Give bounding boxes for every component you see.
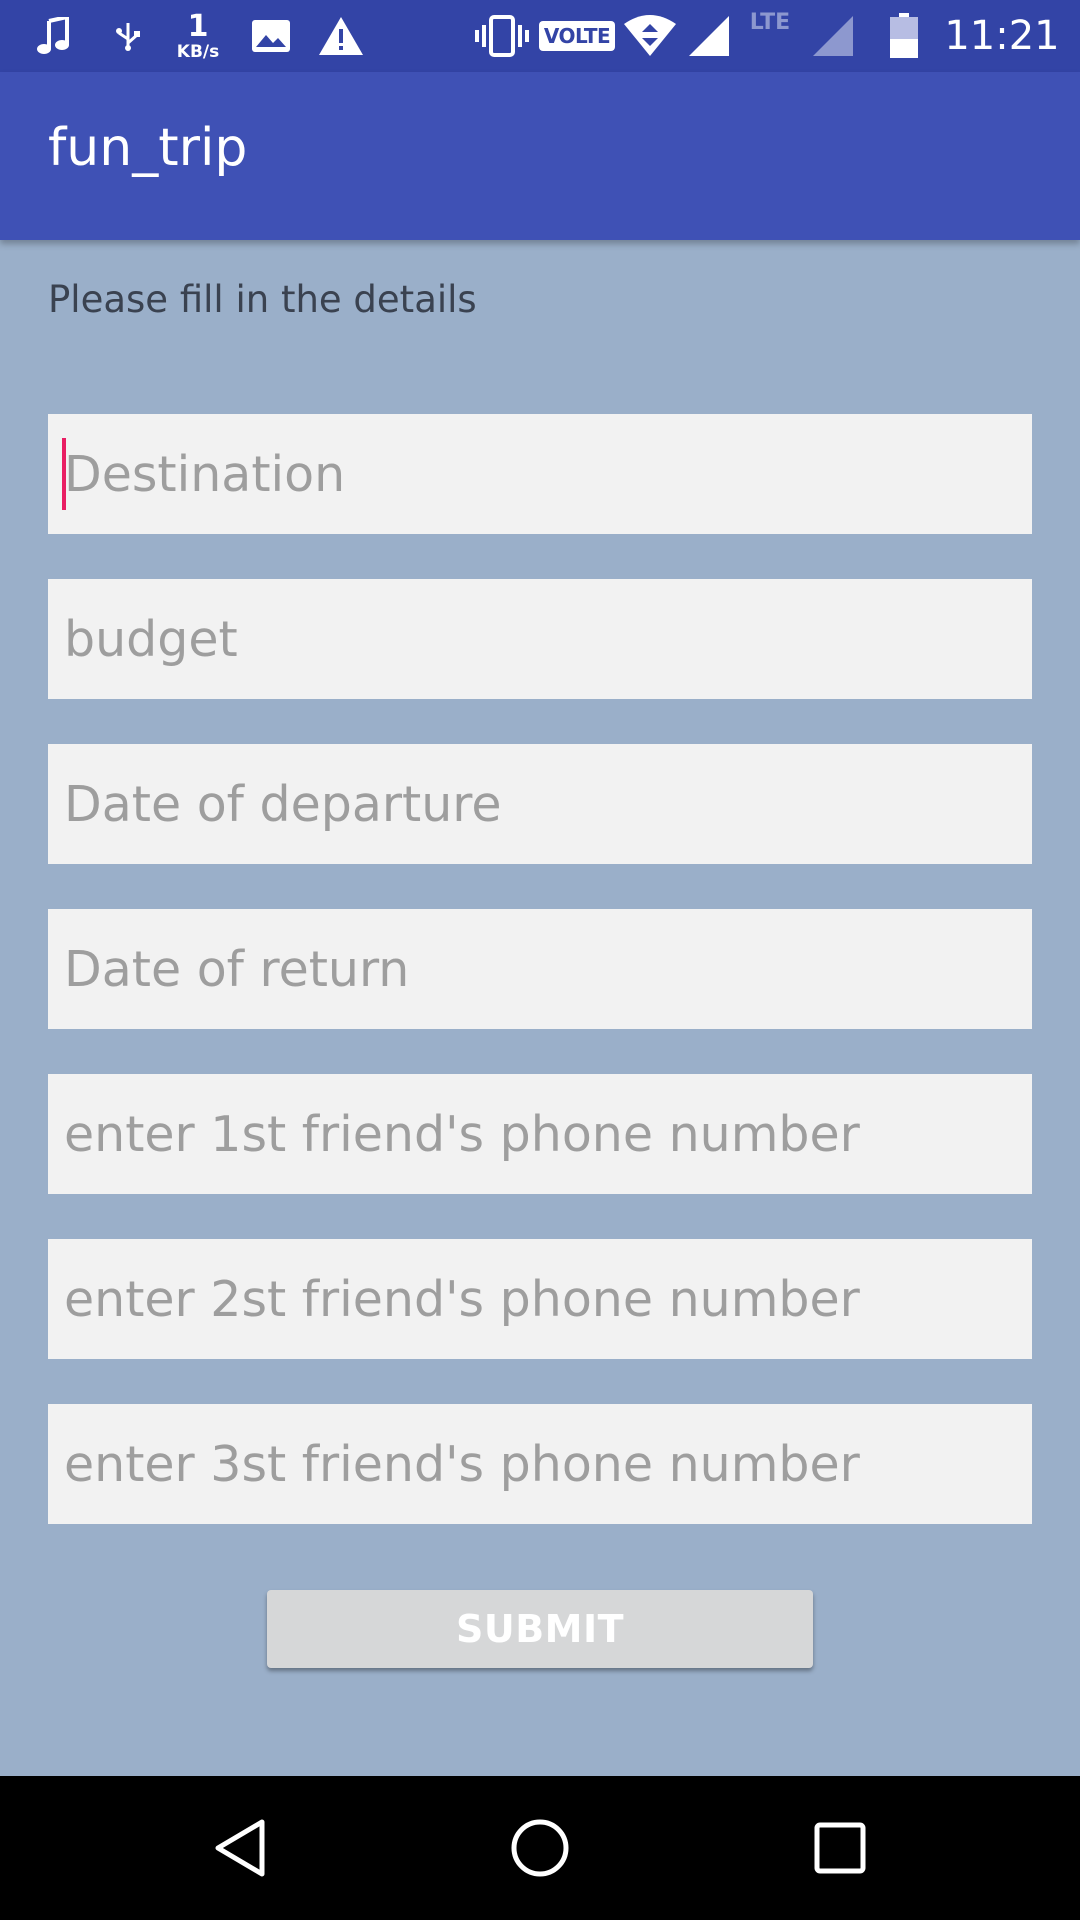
speed-value: 1 xyxy=(187,8,209,44)
app-bar: fun_trip xyxy=(0,72,1080,240)
departure-date-field[interactable]: Date of departure xyxy=(48,744,1032,864)
instructions-text: Please fill in the details xyxy=(48,278,477,321)
friend-2-phone-placeholder: enter 2st friend's phone number xyxy=(64,1270,860,1328)
budget-placeholder: budget xyxy=(64,610,238,668)
app-title: fun_trip xyxy=(48,118,248,178)
usb-icon xyxy=(108,0,148,72)
budget-field[interactable]: budget xyxy=(48,579,1032,699)
speed-unit: KB/s xyxy=(176,41,220,62)
music-icon xyxy=(34,0,74,72)
departure-date-placeholder: Date of departure xyxy=(64,775,502,833)
friend-1-phone-placeholder: enter 1st friend's phone number xyxy=(64,1105,860,1163)
friend-3-phone-field[interactable]: enter 3st friend's phone number xyxy=(48,1404,1032,1524)
return-date-placeholder: Date of return xyxy=(64,940,410,998)
battery-icon xyxy=(884,0,924,72)
wifi-icon xyxy=(622,0,678,72)
friend-1-phone-field[interactable]: enter 1st friend's phone number xyxy=(48,1074,1032,1194)
destination-field[interactable]: Destination xyxy=(48,414,1032,534)
navigation-bar xyxy=(0,1776,1080,1920)
destination-placeholder: Destination xyxy=(64,445,346,503)
back-icon[interactable] xyxy=(170,1776,310,1920)
form-container: Please fill in the details Destination b… xyxy=(0,240,1080,1776)
volte-label: VOLTE xyxy=(538,21,616,51)
image-icon xyxy=(250,0,292,72)
friend-3-phone-placeholder: enter 3st friend's phone number xyxy=(64,1435,860,1493)
friend-2-phone-field[interactable]: enter 2st friend's phone number xyxy=(48,1239,1032,1359)
submit-button[interactable]: SUBMIT xyxy=(267,1590,813,1668)
recents-icon[interactable] xyxy=(770,1776,910,1920)
signal-2-icon xyxy=(810,0,856,72)
home-icon[interactable] xyxy=(470,1776,610,1920)
status-bar: 1 KB/s VOLTE LTE 11:21 xyxy=(0,0,1080,72)
return-date-field[interactable]: Date of return xyxy=(48,909,1032,1029)
vibrate-icon xyxy=(474,0,530,72)
lte-indicator: LTE xyxy=(742,0,798,82)
data-speed: 1 KB/s xyxy=(168,0,228,72)
signal-icon xyxy=(686,0,732,72)
lte-label: LTE xyxy=(749,10,791,35)
volte-badge: VOLTE xyxy=(538,0,616,72)
status-time: 11:21 xyxy=(944,13,1060,59)
warning-icon xyxy=(318,0,364,72)
